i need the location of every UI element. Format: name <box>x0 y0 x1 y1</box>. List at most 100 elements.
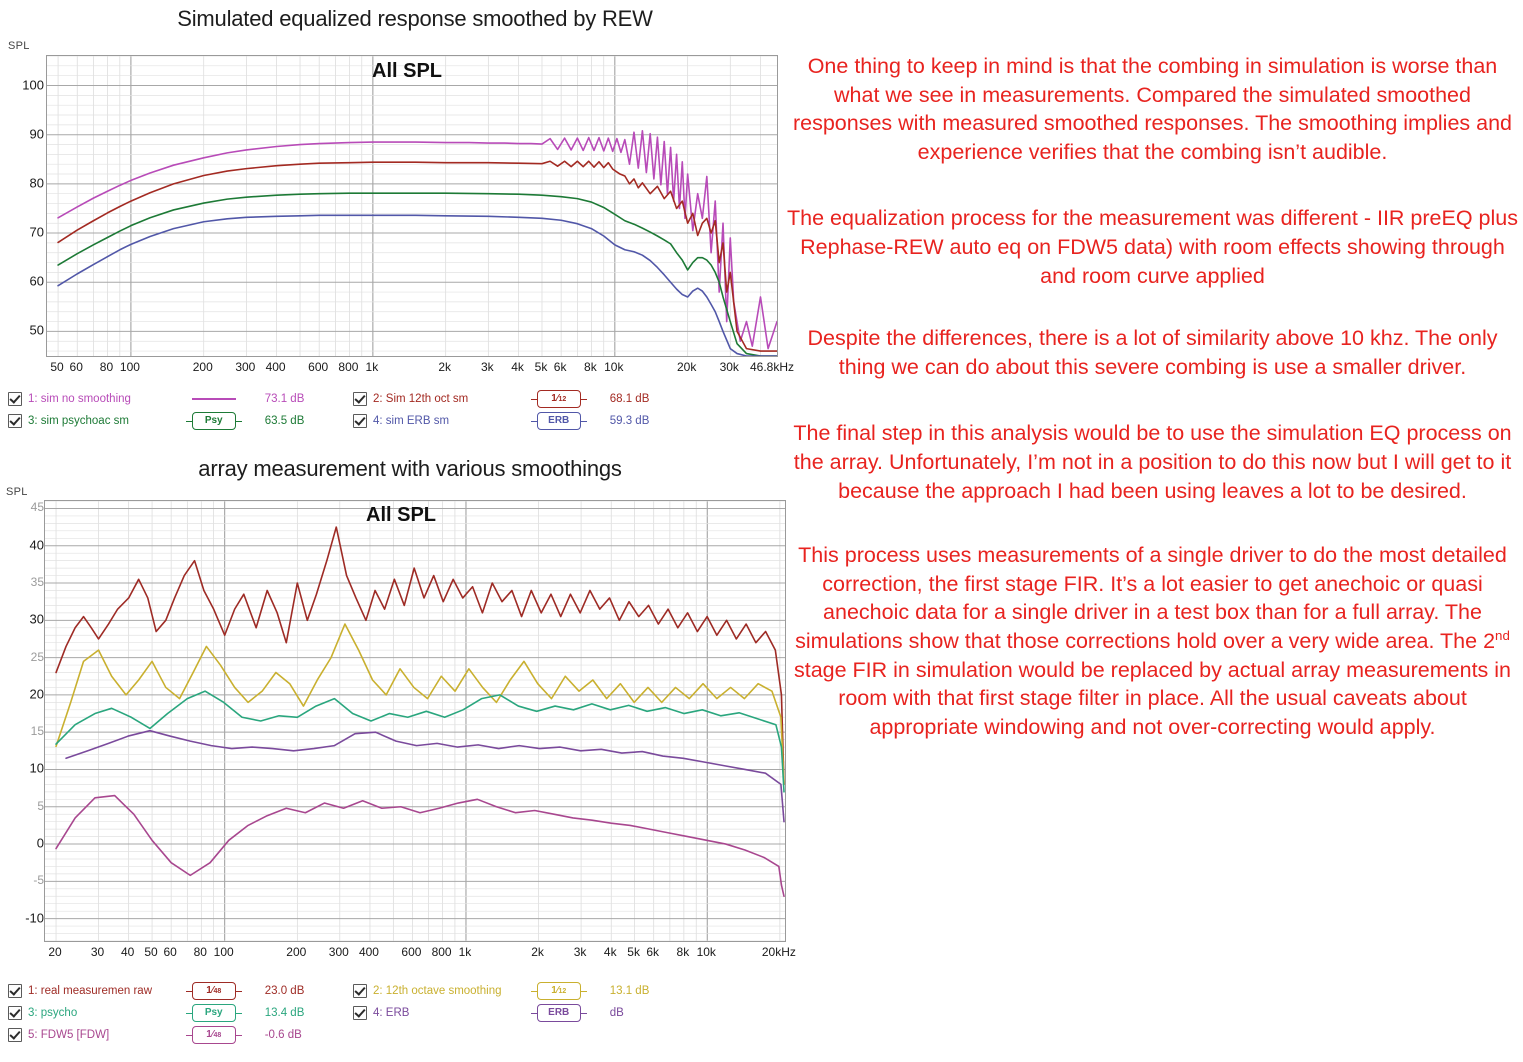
legend-label[interactable]: 4: sim ERB sm <box>373 415 522 427</box>
x-tick-label: 30k <box>719 360 739 374</box>
legend-checkbox[interactable] <box>8 392 22 406</box>
chart-measured-svg <box>45 501 785 941</box>
legend-checkbox[interactable] <box>8 984 22 998</box>
x-tick-label: 80 <box>193 945 207 959</box>
legend-swatch[interactable]: ERB <box>522 412 596 430</box>
smoothing-badge[interactable]: 1⁄ 12 <box>530 390 587 408</box>
legend-checkbox[interactable] <box>8 1028 22 1042</box>
y-tick-label: 35 <box>30 575 44 590</box>
legend-entry: 1: sim no smoothing 73.1 dB <box>8 392 353 406</box>
x-tick-label: 20k <box>676 360 697 374</box>
note-1: One thing to keep in mind is that the co… <box>792 54 1513 164</box>
smoothing-badge[interactable]: 1⁄ 48 <box>185 1026 242 1044</box>
legend-label[interactable]: 4: ERB <box>373 1007 522 1019</box>
chart-measured-plot[interactable] <box>44 500 786 942</box>
legend-entry: 4: sim ERB sm ERB 59.3 dB <box>353 412 698 430</box>
x-tick-label: 40 <box>120 945 135 959</box>
legend-value: 13.1 dB <box>609 985 650 997</box>
chart-measured-badge: All SPL <box>366 504 437 526</box>
legend-checkbox[interactable] <box>353 392 367 406</box>
chart-measured-y-axis-caption: SPL <box>6 486 28 498</box>
legend-entry: 3: sim psychoac sm Psy 63.5 dB <box>8 412 353 430</box>
chart-measured-title: array measurement with various smoothing… <box>198 456 622 481</box>
chart-simulated-y-labels: 50 60 70 80 90 100 <box>0 55 44 355</box>
x-tick-label: 400 <box>265 360 286 374</box>
x-tick-label: 1k <box>458 945 472 959</box>
legend-checkbox[interactable] <box>353 984 367 998</box>
x-tick-label: 200 <box>192 360 213 374</box>
legend-label[interactable]: 1: real measuremen raw <box>28 985 177 997</box>
chart-simulated-y-axis-caption: SPL <box>8 40 30 52</box>
smoothing-badge[interactable]: 1⁄ 12 <box>530 982 587 1000</box>
y-tick-label: 60 <box>29 273 44 289</box>
legend-checkbox[interactable] <box>8 414 22 428</box>
note-3: Despite the differences, there is a lot … <box>807 326 1498 379</box>
legend-swatch[interactable]: ERB <box>522 1004 596 1022</box>
legend-checkbox[interactable] <box>353 1006 367 1020</box>
legend-label[interactable]: 5: FDW5 [FDW] <box>28 1029 177 1041</box>
x-tick-label: 50 <box>144 945 158 959</box>
chart-simulated-title: Simulated equalized response smoothed by… <box>177 6 653 31</box>
y-tick-label: 5 <box>37 798 44 813</box>
smoothing-badge[interactable]: 1⁄ 48 <box>185 982 242 1000</box>
y-tick-label: 80 <box>29 175 44 191</box>
legend-swatch[interactable]: 1⁄ 48 <box>177 982 251 1000</box>
y-tick-label: 15 <box>30 724 44 739</box>
legend-label[interactable]: 3: psycho <box>28 1007 177 1019</box>
chart-measured-y-labels: -10 -5 0 5 10 15 20 25 30 35 40 45 <box>0 500 44 940</box>
legend-swatch[interactable]: Psy <box>177 1004 251 1022</box>
smoothing-badge[interactable]: ERB <box>530 412 587 430</box>
x-tick-label: 3k <box>480 360 494 374</box>
x-tick-label: 100 <box>119 360 140 374</box>
chart-measured: array measurement with various smoothing… <box>0 452 796 1062</box>
smoothing-badge[interactable]: Psy <box>185 412 242 430</box>
x-tick-label: 30 <box>90 945 105 959</box>
legend-value: 73.1 dB <box>264 393 305 405</box>
x-tick-label: 10k <box>604 360 624 374</box>
legend-label[interactable]: 1: sim no smoothing <box>28 393 177 405</box>
x-tick-label: 600 <box>308 360 329 374</box>
x-tick-label: 6k <box>553 360 567 374</box>
legend-label[interactable]: 3: sim psychoac sm <box>28 415 177 427</box>
legend-swatch[interactable] <box>177 397 251 401</box>
x-tick-label: 8k <box>676 945 690 959</box>
legend-value: dB <box>609 1007 624 1019</box>
x-tick-label: 80 <box>99 360 114 374</box>
smoothing-badge[interactable]: ERB <box>530 1004 587 1022</box>
y-tick-label: 30 <box>29 611 44 627</box>
note-5: This process uses measurements of a sing… <box>782 541 1523 741</box>
x-tick-label: 5k <box>627 945 640 959</box>
chart-simulated-legend: 1: sim no smoothing 73.1 dB 2: Sim 12th oc… <box>8 388 778 432</box>
legend-entry: 3: psycho Psy 13.4 dB <box>8 1004 353 1022</box>
x-tick-label: 20 <box>48 945 62 959</box>
legend-swatch[interactable]: 1⁄ 48 <box>177 1026 251 1044</box>
y-tick-label: -5 <box>33 873 44 888</box>
chart-simulated-x-labels: 50 60 80 100 200 300 400 600 800 1k 2k 3k 4k 5k 6k 8k 10… <box>46 360 794 378</box>
y-tick-label: 10 <box>29 760 44 776</box>
x-tick-label: 600 <box>401 945 422 959</box>
y-tick-label: 0 <box>36 835 44 851</box>
note-4: The final step in this analysis would be… <box>793 421 1512 503</box>
legend-swatch[interactable]: Psy <box>177 412 251 430</box>
x-tick-label: 400 <box>358 945 379 959</box>
x-tick-label: 2k <box>438 360 452 374</box>
chart-simulated-plot[interactable] <box>46 55 778 357</box>
legend-label[interactable]: 2: 12th octave smoothing <box>373 985 522 997</box>
note-5-ordinal-suffix: nd <box>1495 627 1510 643</box>
legend-swatch[interactable]: 1⁄ 12 <box>522 390 596 408</box>
x-tick-label: 3k <box>573 945 587 959</box>
y-tick-label: 70 <box>29 224 44 240</box>
legend-value: 59.3 dB <box>609 415 650 427</box>
y-tick-label: -10 <box>25 910 44 926</box>
legend-checkbox[interactable] <box>8 1006 22 1020</box>
legend-swatch[interactable]: 1⁄ 12 <box>522 982 596 1000</box>
smoothing-badge[interactable]: Psy <box>185 1004 242 1022</box>
x-tick-label: 100 <box>213 945 234 959</box>
x-tick-label: 6k <box>646 945 660 959</box>
x-tick-label: 300 <box>235 360 256 374</box>
y-tick-label: 45 <box>30 500 44 515</box>
legend-label[interactable]: 2: Sim 12th oct sm <box>373 393 522 405</box>
legend-row: 3: psycho Psy 13.4 dB 4: ERB ERB dB <box>8 1002 778 1024</box>
y-tick-label: 25 <box>30 649 44 664</box>
legend-checkbox[interactable] <box>353 414 367 428</box>
